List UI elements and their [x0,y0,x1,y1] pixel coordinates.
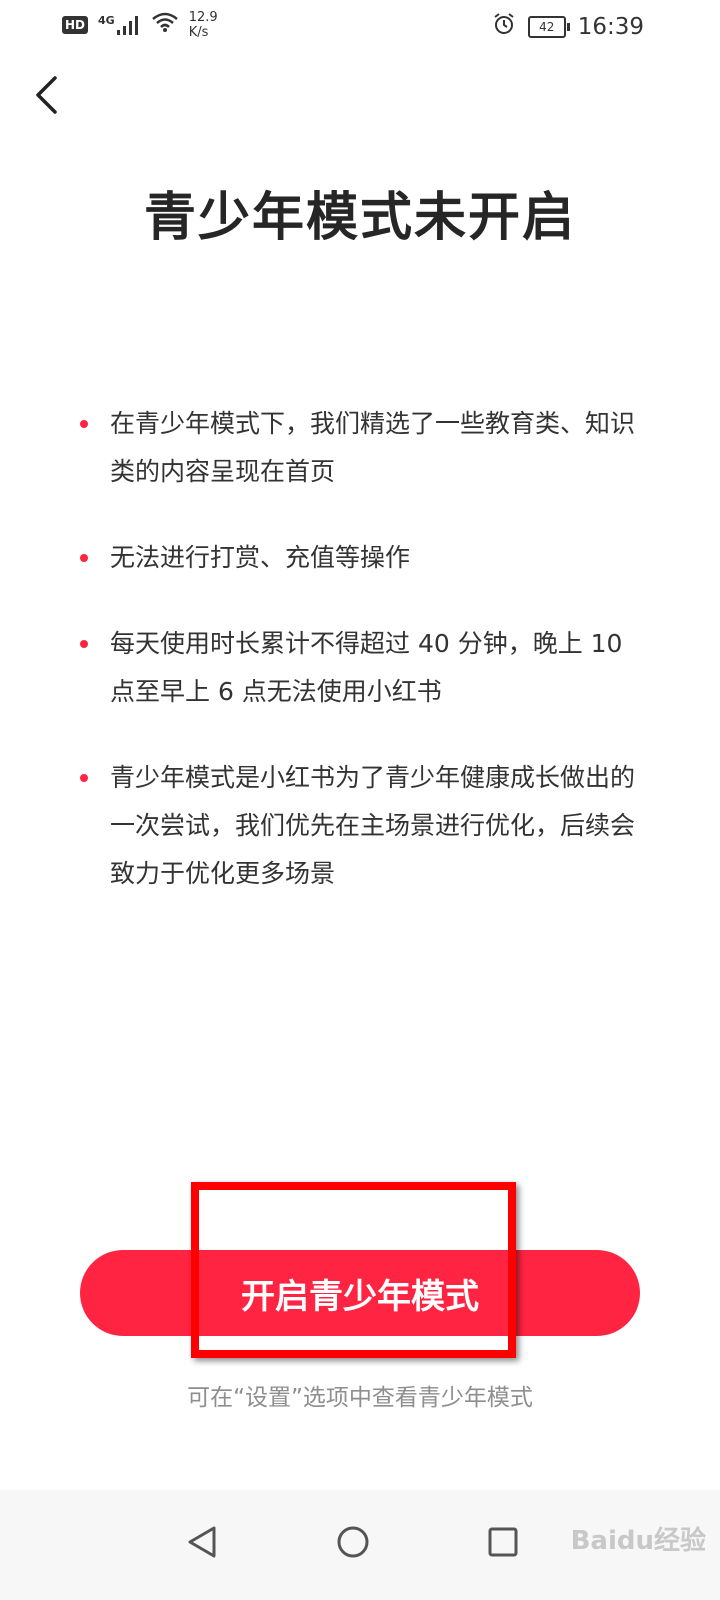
nav-home-button[interactable] [323,1512,383,1572]
enable-teen-mode-button[interactable]: 开启青少年模式 [80,1250,640,1336]
alarm-icon [492,12,516,42]
network-speed: 12.9 K/s [189,10,218,40]
wifi-icon [151,11,179,39]
status-bar: HD 4G 12.9 K/s 42 16:39 [0,0,720,52]
list-item-text: 青少年模式是小红书为了青少年健康成长做出的一次尝试，我们优先在主场景进行优化，后… [110,763,636,888]
list-item: 在青少年模式下，我们精选了一些教育类、知识类的内容呈现在首页 [80,400,640,496]
status-time: 16:39 [577,14,644,40]
page-title: 青少年模式未开启 [143,188,576,248]
list-item: 每天使用时长累计不得超过 40 分钟，晚上 10 点至早上 6 点无法使用小红书 [80,620,640,716]
hd-badge: HD [62,16,89,34]
baidu-watermark: Baidu经验 [570,1526,706,1556]
nav-back-triangle-icon [188,1526,216,1558]
info-list: 在青少年模式下，我们精选了一些教育类、知识类的内容呈现在首页 无法进行打赏、充值… [80,400,640,936]
status-right: 42 16:39 [492,12,644,42]
bullet-dot [80,640,88,648]
list-item: 青少年模式是小红书为了青少年健康成长做出的一次尝试，我们优先在主场景进行优化，后… [80,754,640,898]
list-item-text: 在青少年模式下，我们精选了一些教育类、知识类的内容呈现在首页 [110,409,636,486]
speed-value: 12.9 [188,10,218,25]
bullet-dot [80,774,88,782]
list-item-text: 每天使用时长累计不得超过 40 分钟，晚上 10 点至早上 6 点无法使用小红书 [110,629,623,706]
battery-icon: 42 [527,16,570,38]
bullet-dot [80,554,88,562]
status-left: HD 4G 12.9 K/s [62,10,218,40]
bullet-dot [80,420,88,428]
signal-icon: 4G [98,14,141,35]
list-item: 无法进行打赏、充值等操作 [80,534,640,582]
nav-back-button[interactable] [172,1512,232,1572]
back-button[interactable] [24,70,68,120]
list-item-text: 无法进行打赏、充值等操作 [110,543,411,572]
nav-recent-button[interactable] [473,1512,533,1572]
network-type: 4G [98,14,115,27]
back-chevron-icon [36,76,57,114]
nav-recent-square-icon [488,1527,518,1557]
settings-hint: 可在“设置”选项中查看青少年模式 [187,1385,533,1411]
nav-home-circle-icon [337,1526,369,1558]
speed-unit: K/s [188,25,209,40]
